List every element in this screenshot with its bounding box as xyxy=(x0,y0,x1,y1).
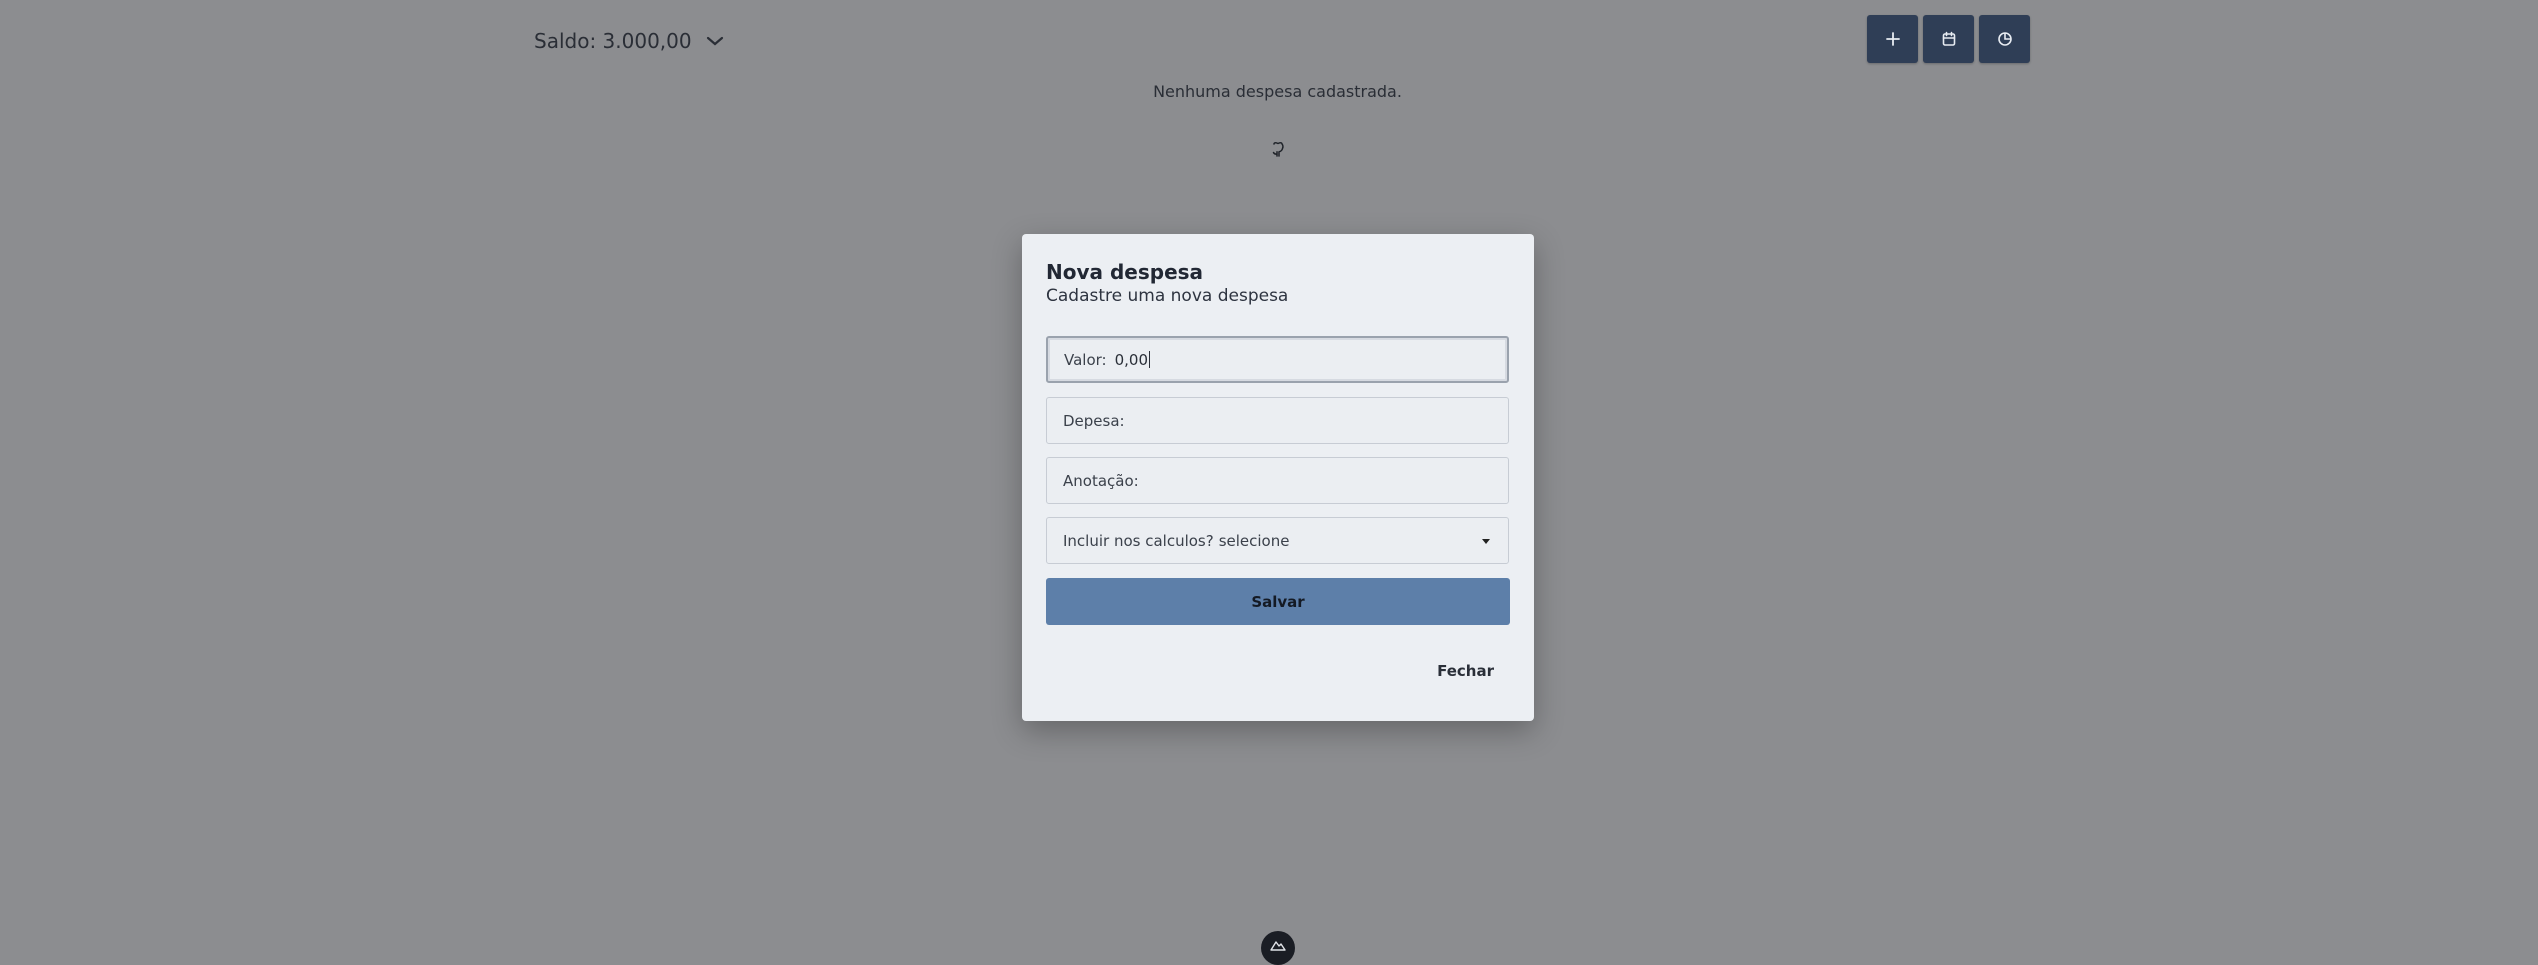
valor-label: Valor: xyxy=(1064,350,1107,369)
calendar-icon xyxy=(1942,31,1955,46)
chart-button[interactable] xyxy=(1979,15,2030,63)
theme-toggle-button[interactable] xyxy=(1261,931,1295,965)
valor-value: 0,00 xyxy=(1114,350,1148,369)
valor-field[interactable]: Valor: 0,00 xyxy=(1046,336,1509,383)
anotacao-field[interactable]: Anotação: xyxy=(1046,457,1509,504)
add-expense-button[interactable] xyxy=(1867,15,1918,63)
balance-display[interactable]: Saldo: 3.000,00 xyxy=(534,26,724,56)
mountain-icon xyxy=(1270,941,1286,951)
balance-label: Saldo: 3.000,00 xyxy=(534,29,692,53)
text-caret xyxy=(1149,351,1150,368)
despesa-field[interactable]: Depesa: xyxy=(1046,397,1509,444)
incluir-select[interactable]: Incluir nos calculos? selecione xyxy=(1046,517,1509,564)
dialog-title: Nova despesa xyxy=(1046,260,1204,284)
dropdown-arrow-icon xyxy=(1482,539,1490,544)
github-icon[interactable] xyxy=(1268,140,1288,160)
incluir-selected-value: selecione xyxy=(1218,531,1290,550)
chevron-down-icon[interactable] xyxy=(706,35,724,47)
despesa-label: Depesa: xyxy=(1063,411,1125,430)
incluir-label: Incluir nos calculos? xyxy=(1063,531,1214,550)
save-button[interactable]: Salvar xyxy=(1046,578,1510,625)
empty-state-message: Nenhuma despesa cadastrada. xyxy=(1153,82,1402,101)
pie-chart-icon xyxy=(1997,32,2012,46)
toolbar-actions xyxy=(1867,15,2030,63)
close-button[interactable]: Fechar xyxy=(1437,662,1494,680)
plus-icon xyxy=(1885,32,1900,46)
calendar-button[interactable] xyxy=(1923,15,1974,63)
anotacao-label: Anotação: xyxy=(1063,471,1139,490)
new-expense-dialog: Nova despesa Cadastre uma nova despesa V… xyxy=(1022,234,1534,721)
dialog-subtitle: Cadastre uma nova despesa xyxy=(1046,286,1289,306)
